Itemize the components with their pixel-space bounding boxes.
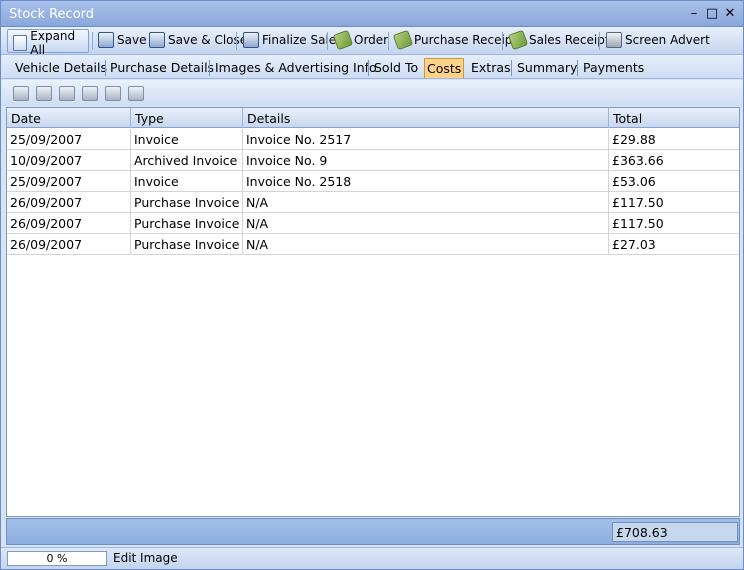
costs-icon-bar [1,80,743,106]
costs-grid: Date Type Details Total 25/09/2007 Invoi… [6,107,740,517]
lock-icon[interactable] [128,86,144,101]
cell-type: Archived Invoice [131,150,243,171]
table-row[interactable]: 26/09/2007 Purchase Invoice N/A £27.03 [7,234,739,255]
grid-footer: £708.63 [6,518,740,545]
cell-details: Invoice No. 9 [243,150,609,171]
cell-total: £27.03 [612,237,656,252]
expand-all-icon [13,35,28,51]
cell-total: £117.50 [612,216,664,231]
add-cost-icon[interactable] [36,86,52,101]
screen-advert-label: Screen Advert [625,33,710,47]
close-icon[interactable]: ✕ [722,6,738,22]
delete-cost-icon[interactable] [82,86,98,101]
tab-separator [209,60,210,76]
cell-date: 26/09/2007 [7,213,131,234]
printer-icon [606,32,622,48]
expand-all-label: Expand All [30,29,76,57]
cell-details: N/A [243,234,609,255]
cell-date: 26/09/2007 [7,192,131,213]
money-icon [507,29,529,51]
finalize-sale-label: Finalize Sale [262,33,337,47]
tab-vehicle-details[interactable]: Vehicle Details [13,58,109,78]
tab-costs[interactable]: Costs [424,58,465,78]
save-close-icon [149,32,165,48]
cell-type: Purchase Invoice [131,192,243,213]
tab-separator [511,60,512,76]
purchase-receipt-button[interactable]: Purchase Receipt [392,29,519,51]
cell-date: 10/09/2007 [7,150,131,171]
cell-details: Invoice No. 2517 [243,129,609,150]
column-header-date[interactable]: Date [7,108,131,128]
maximize-icon[interactable]: □ [704,6,720,22]
cell-type: Purchase Invoice [131,234,243,255]
grand-total: £708.63 [612,522,738,542]
column-header-details[interactable]: Details [243,108,609,128]
save-icon [98,32,114,48]
grid-header: Date Type Details Total [7,108,739,128]
table-row[interactable]: 26/09/2007 Purchase Invoice N/A £117.50 [7,192,739,213]
cell-type: Purchase Invoice [131,213,243,234]
status-text: Edit Image [113,551,178,565]
column-header-type[interactable]: Type [131,108,243,128]
screen-advert-button[interactable]: Screen Advert [604,29,712,51]
toolbar-separator [236,32,237,50]
tab-separator [105,60,106,76]
sales-receipt-label: Sales Receipt [529,33,610,47]
sales-receipt-button[interactable]: Sales Receipt [507,29,612,51]
order-button[interactable]: Order [332,29,390,51]
cell-total: £29.88 [612,132,656,147]
column-header-total[interactable]: Total [609,108,739,128]
cell-date: 25/09/2007 [7,129,131,150]
save-button[interactable]: Save [96,29,148,51]
table-row[interactable]: 26/09/2007 Purchase Invoice N/A £117.50 [7,213,739,234]
cell-details: N/A [243,192,609,213]
cell-total: £363.66 [612,153,664,168]
cell-total: £53.06 [612,174,656,189]
cell-type: Invoice [131,171,243,192]
tab-separator [577,60,578,76]
tab-summary[interactable]: Summary [515,58,579,78]
money-icon [392,29,414,51]
tab-purchase-details[interactable]: Purchase Details [108,58,216,78]
tab-extras[interactable]: Extras [469,58,513,78]
cell-total: £117.50 [612,195,664,210]
cell-date: 26/09/2007 [7,234,131,255]
title-bar: Stock Record – □ ✕ [1,1,743,27]
finalize-sale-button[interactable]: Finalize Sale [241,29,338,51]
toolbar-separator [388,32,389,50]
tab-sold-to[interactable]: Sold To [372,58,420,78]
table-row[interactable]: 25/09/2007 Invoice Invoice No. 2517 £29.… [7,129,739,150]
toolbar-separator [599,32,600,50]
save-label: Save [117,33,147,47]
new-cost-icon[interactable] [13,86,29,101]
order-label: Order [354,33,389,47]
edit-cost-icon[interactable] [105,86,121,101]
cell-details: Invoice No. 2518 [243,171,609,192]
tab-separator [368,60,369,76]
toolbar-separator [92,32,93,50]
cell-details: N/A [243,213,609,234]
progress-indicator: 0 % [7,551,107,566]
status-bar: 0 % Edit Image [1,547,743,569]
toolbar-separator [502,32,503,50]
save-cost-icon[interactable] [59,86,75,101]
tab-payments[interactable]: Payments [581,58,646,78]
main-toolbar: Expand All Save Save & Close Finalize Sa… [1,27,743,57]
tab-strip: Vehicle Details Purchase Details Images … [1,55,743,79]
window-title: Stock Record [9,7,95,22]
money-icon [332,29,354,51]
toolbar-separator [327,32,328,50]
cell-type: Invoice [131,129,243,150]
stock-record-window: Stock Record – □ ✕ Expand All Save Save … [0,0,744,570]
finalize-sale-icon [243,32,259,48]
tab-images-advertising[interactable]: Images & Advertising Info [213,58,379,78]
cell-date: 25/09/2007 [7,171,131,192]
table-row[interactable]: 10/09/2007 Archived Invoice Invoice No. … [7,150,739,171]
minimize-icon[interactable]: – [686,6,702,22]
table-row[interactable]: 25/09/2007 Invoice Invoice No. 2518 £53.… [7,171,739,192]
save-close-button[interactable]: Save & Close [147,29,249,51]
expand-all-button[interactable]: Expand All [7,29,89,57]
